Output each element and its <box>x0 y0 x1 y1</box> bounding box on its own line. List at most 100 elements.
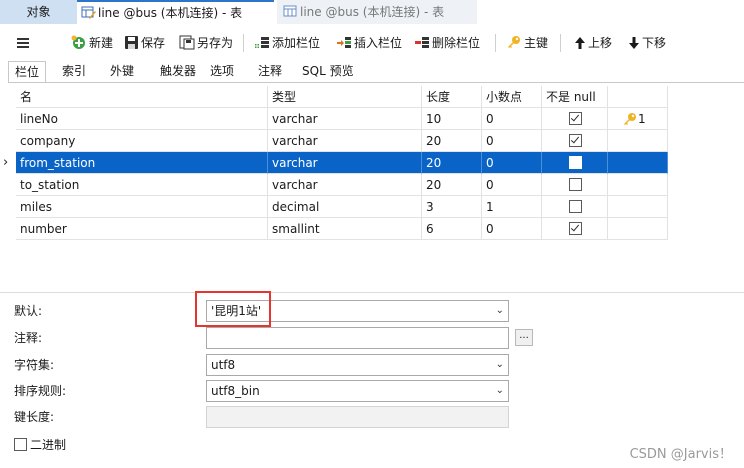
cell-length[interactable]: 20 <box>422 152 482 174</box>
tab-triggers-label: 触发器 <box>160 64 197 78</box>
save-label: 保存 <box>141 36 166 50</box>
tab-fields-label: 栏位 <box>15 65 40 79</box>
table-row[interactable]: miles decimal 3 1 <box>0 196 744 218</box>
cell-key[interactable] <box>608 130 668 152</box>
insert-field-button[interactable]: 插入栏位 <box>336 32 402 54</box>
not-null-checkbox[interactable] <box>569 134 582 147</box>
cell-decimals[interactable]: 0 <box>482 130 542 152</box>
tab-sql-preview[interactable]: SQL 预览 <box>296 61 360 82</box>
insert-field-icon <box>337 37 351 48</box>
cell-type[interactable]: varchar <box>268 130 422 152</box>
not-null-checkbox[interactable] <box>569 112 582 125</box>
cell-type[interactable]: decimal <box>268 196 422 218</box>
key-icon <box>624 113 636 125</box>
save-as-button[interactable]: 另存为 <box>179 32 233 54</box>
key-length-field <box>206 406 509 428</box>
cell-decimals[interactable]: 0 <box>482 174 542 196</box>
table-row[interactable]: › from_station varchar 20 0 <box>0 152 744 174</box>
cell-not-null <box>542 108 608 130</box>
new-icon <box>71 35 85 49</box>
tab-comment[interactable]: 注释 <box>252 61 288 82</box>
not-null-checkbox[interactable] <box>569 200 582 213</box>
tab-triggers[interactable]: 触发器 <box>154 61 202 82</box>
cell-decimals[interactable]: 0 <box>482 152 542 174</box>
cell-decimals[interactable]: 0 <box>482 108 542 130</box>
cell-type[interactable]: smallint <box>268 218 422 240</box>
cell-name[interactable]: from_station <box>16 152 268 174</box>
cell-not-null <box>542 196 608 218</box>
cell-decimals[interactable]: 1 <box>482 196 542 218</box>
header-name[interactable]: 名 <box>16 86 268 108</box>
menu-button[interactable] <box>16 32 32 54</box>
tab-foreign-keys[interactable]: 外键 <box>104 61 140 82</box>
primary-key-button[interactable]: 主键 <box>506 32 548 54</box>
table-row[interactable]: company varchar 20 0 <box>0 130 744 152</box>
header-not-null[interactable]: 不是 null <box>542 86 608 108</box>
watermark: CSDN @Jarvis！ <box>629 447 732 462</box>
not-null-checkbox[interactable] <box>569 156 582 169</box>
comment-edit-button[interactable]: ... <box>515 329 533 346</box>
table-row[interactable]: to_station varchar 20 0 <box>0 174 744 196</box>
tab-objects-label: 对象 <box>26 5 51 19</box>
not-null-checkbox[interactable] <box>569 222 582 235</box>
chevron-down-icon[interactable]: ⌄ <box>496 355 504 375</box>
cell-key[interactable] <box>608 174 668 196</box>
binary-label: 二进制 <box>30 438 67 452</box>
add-field-button[interactable]: 添加栏位 <box>254 32 320 54</box>
add-field-label: 添加栏位 <box>272 36 321 50</box>
tab-objects[interactable]: 对象 <box>0 0 78 24</box>
move-down-button[interactable]: 下移 <box>628 32 666 54</box>
binary-checkbox[interactable] <box>14 438 27 451</box>
cell-length[interactable]: 3 <box>422 196 482 218</box>
cell-length[interactable]: 10 <box>422 108 482 130</box>
new-button[interactable]: 新建 <box>71 32 113 54</box>
save-icon <box>125 36 138 49</box>
move-up-button[interactable]: 上移 <box>574 32 612 54</box>
comment-field[interactable] <box>206 327 509 349</box>
table-row[interactable]: number smallint 6 0 <box>0 218 744 240</box>
cell-type[interactable]: varchar <box>268 174 422 196</box>
cell-not-null <box>542 130 608 152</box>
cell-name[interactable]: miles <box>16 196 268 218</box>
tab-indexes[interactable]: 索引 <box>56 61 92 82</box>
chevron-down-icon[interactable]: ⌄ <box>496 301 504 321</box>
tab-fields[interactable]: 栏位 <box>8 61 47 82</box>
cell-decimals[interactable]: 0 <box>482 218 542 240</box>
toolbar-divider <box>243 34 244 52</box>
cell-name[interactable]: lineNo <box>16 108 268 130</box>
delete-field-label: 删除栏位 <box>432 36 481 50</box>
key-length-label: 键长度: <box>14 410 55 424</box>
save-as-icon <box>179 35 195 50</box>
header-length[interactable]: 长度 <box>422 86 482 108</box>
cell-key[interactable] <box>608 152 668 174</box>
header-decimals[interactable]: 小数点 <box>482 86 542 108</box>
chevron-down-icon[interactable]: ⌄ <box>496 381 504 401</box>
key-icon <box>508 36 520 48</box>
collation-select[interactable]: utf8_bin ⌄ <box>206 380 509 402</box>
charset-select[interactable]: utf8 ⌄ <box>206 354 509 376</box>
header-type[interactable]: 类型 <box>268 86 422 108</box>
cell-length[interactable]: 6 <box>422 218 482 240</box>
cell-not-null <box>542 218 608 240</box>
not-null-checkbox[interactable] <box>569 178 582 191</box>
cell-key[interactable]: 1 <box>608 108 668 130</box>
cell-type[interactable]: varchar <box>268 108 422 130</box>
cell-key[interactable] <box>608 218 668 240</box>
cell-name[interactable]: to_station <box>16 174 268 196</box>
cell-length[interactable]: 20 <box>422 130 482 152</box>
tab-table-design-active[interactable]: line @bus (本机连接) - 表 <box>77 0 274 24</box>
primary-key-marker: 1 <box>622 112 646 126</box>
cell-name[interactable]: number <box>16 218 268 240</box>
primary-key-label: 主键 <box>524 36 549 50</box>
table-row[interactable]: lineNo varchar 10 0 1 <box>0 108 744 130</box>
tab-table-data[interactable]: line @bus (本机连接) - 表 <box>277 0 477 24</box>
cell-name[interactable]: company <box>16 130 268 152</box>
cell-type[interactable]: varchar <box>268 152 422 174</box>
tab-options[interactable]: 选项 <box>204 61 240 82</box>
cell-key[interactable] <box>608 196 668 218</box>
save-button[interactable]: 保存 <box>124 32 165 54</box>
delete-field-button[interactable]: 删除栏位 <box>414 32 480 54</box>
highlight-annotation <box>195 291 271 327</box>
binary-option[interactable]: 二进制 <box>14 436 66 454</box>
cell-length[interactable]: 20 <box>422 174 482 196</box>
